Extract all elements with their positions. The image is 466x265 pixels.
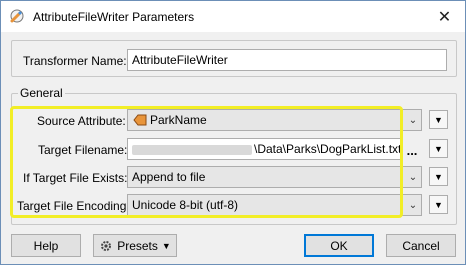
gear-icon (101, 240, 112, 251)
triangle-down-icon: ▼ (434, 143, 443, 154)
encoding-dropdown[interactable]: ⌄ (404, 194, 422, 216)
presets-button[interactable]: Presets ▼ (93, 234, 177, 257)
close-icon: ✕ (437, 8, 452, 26)
wrench-gear-icon (10, 9, 24, 23)
title-bar: AttributeFileWriter Parameters ✕ (1, 1, 465, 32)
triangle-down-icon: ▼ (161, 240, 171, 251)
chevron-down-icon: ⌄ (408, 171, 418, 183)
if-exists-dropdown[interactable]: ⌄ (404, 166, 422, 188)
close-button[interactable]: ✕ (424, 1, 465, 32)
dialog-window: AttributeFileWriter Parameters ✕ Transfo… (0, 0, 466, 265)
window-title: AttributeFileWriter Parameters (33, 10, 195, 24)
encoding-menu-button[interactable]: ▼ (429, 195, 448, 214)
triangle-down-icon: ▼ (434, 171, 443, 182)
transformer-name-label: Transformer Name: (23, 54, 127, 68)
source-attribute-dropdown[interactable]: ⌄ (404, 109, 422, 131)
if-exists-menu-button[interactable]: ▼ (429, 167, 448, 186)
general-legend: General (18, 86, 65, 100)
triangle-down-icon: ▼ (434, 199, 443, 210)
ok-button[interactable]: OK (304, 234, 374, 257)
source-attribute-menu-button[interactable]: ▼ (429, 110, 448, 129)
target-filename-menu-button[interactable]: ▼ (429, 139, 448, 158)
chevron-down-icon: ⌄ (408, 199, 418, 211)
cancel-button[interactable]: Cancel (386, 234, 456, 257)
highlight-box (10, 106, 403, 218)
transformer-name-input[interactable]: AttributeFileWriter (127, 49, 447, 71)
triangle-down-icon: ▼ (434, 114, 443, 125)
chevron-down-icon: ⌄ (408, 114, 418, 126)
browse-button[interactable]: ... (403, 137, 421, 159)
help-button[interactable]: Help (11, 234, 81, 257)
